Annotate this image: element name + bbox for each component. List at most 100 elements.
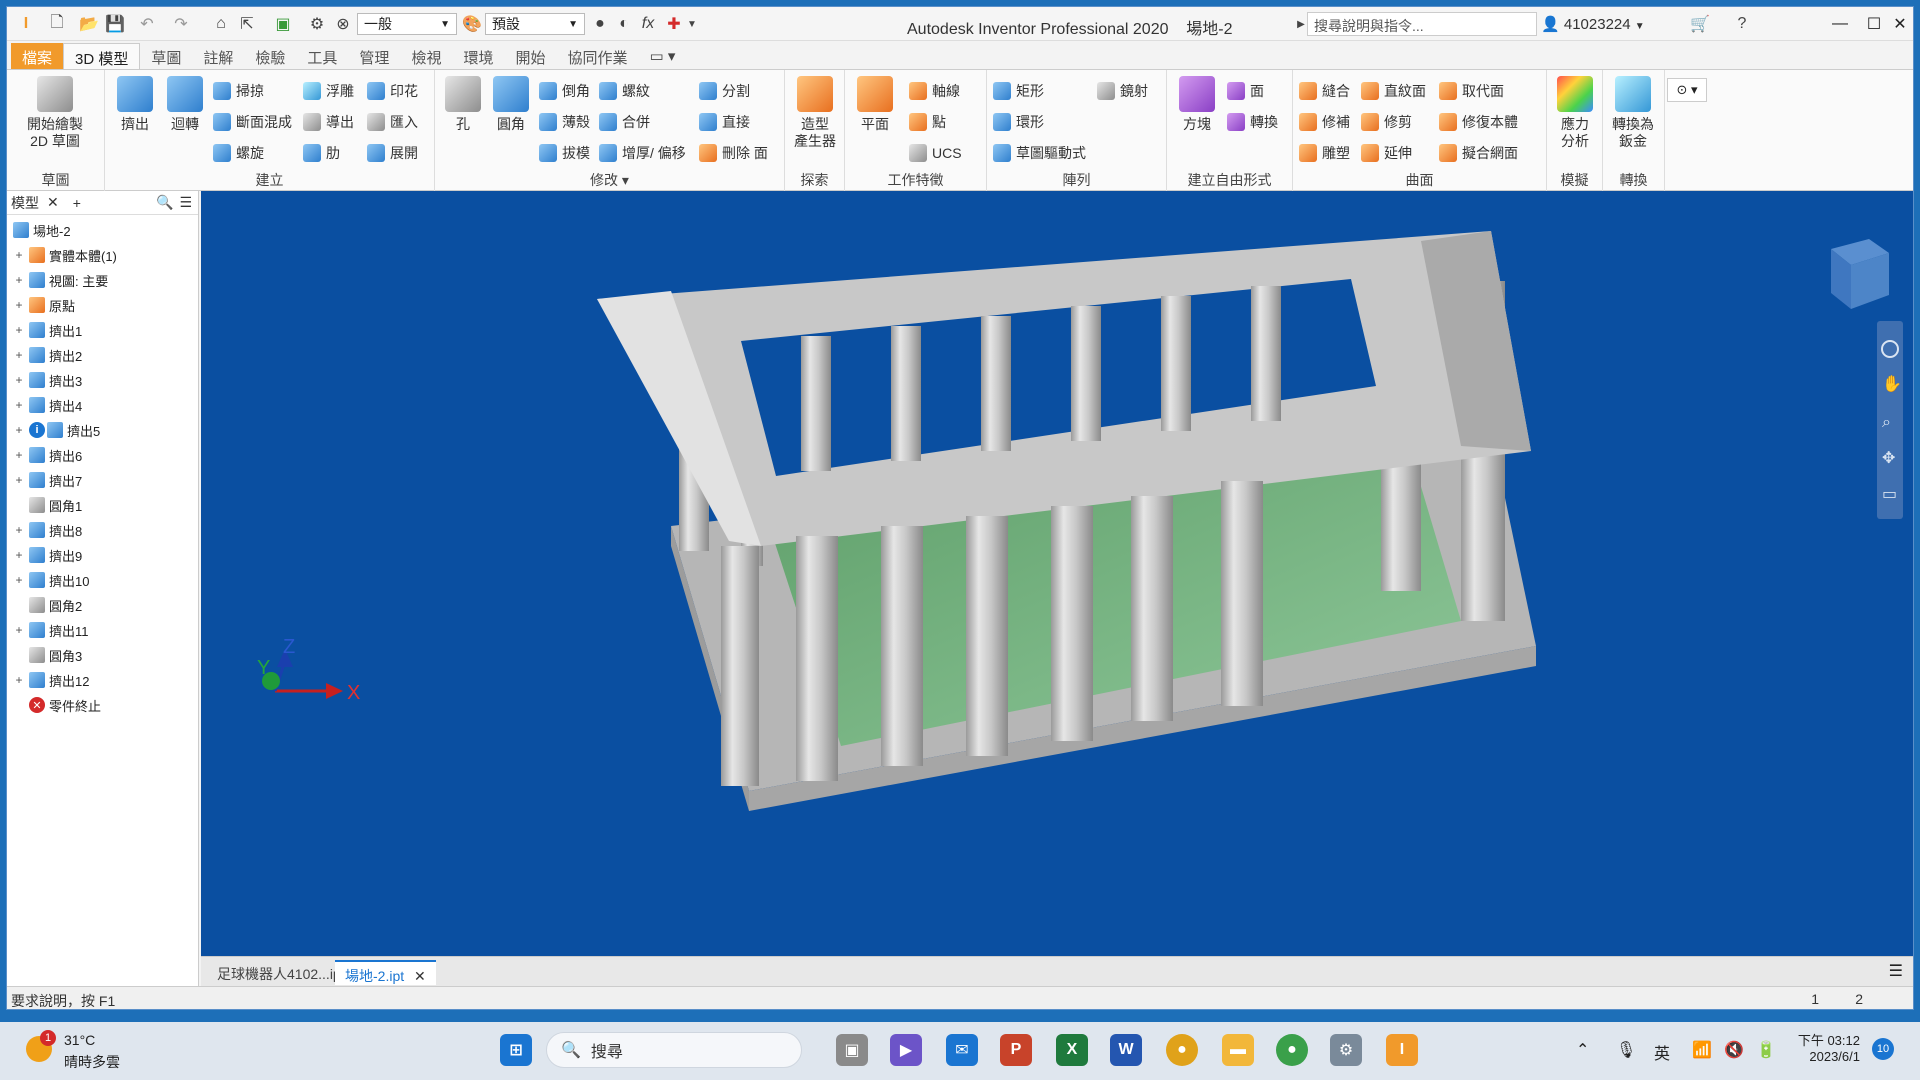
tree-item[interactable]: + i 擠出5 [13,419,100,441]
trim-button[interactable]: 修剪 [1361,111,1412,133]
close-icon[interactable]: ✕ [414,968,426,984]
circular-pattern-button[interactable]: 環形 [993,111,1044,133]
stress-analysis-button[interactable]: 應力 分析 [1551,76,1599,150]
add-icon[interactable]: ✚ [663,12,685,36]
tree-item[interactable]: + 擠出10 [13,569,89,591]
tree-item[interactable]: + 擠出12 [13,669,89,691]
chevron-up-icon[interactable]: ⌃ [1576,1040,1589,1060]
minimize-button[interactable]: — [1823,9,1857,39]
revolve-button[interactable]: 迴轉 [161,76,209,133]
tree-item[interactable]: + 擠出7 [13,469,82,491]
expand-icon[interactable]: + [13,473,25,487]
ribbon-options-button[interactable]: ▭ ▾ [639,43,687,69]
appearance-combo[interactable]: 預設 ▼ [485,13,585,35]
tab-manage[interactable]: 管理 [348,43,400,69]
tab-collaborate[interactable]: 協同作業 [556,43,638,69]
unwrap-button[interactable]: 展開 [367,142,418,164]
rectangular-pattern-button[interactable]: 矩形 [993,80,1044,102]
loft-button[interactable]: 斷面混成 [213,111,292,133]
word-icon[interactable]: W [1110,1034,1142,1066]
wifi-icon[interactable]: 📶 [1692,1040,1712,1060]
tab-file[interactable]: 檔案 [11,43,64,69]
expand-icon[interactable]: + [13,323,25,337]
task-view-icon[interactable]: ▣ [836,1034,868,1066]
direct-button[interactable]: 直接 [699,111,750,133]
browser-tab-model[interactable]: 模型 [11,193,39,213]
cart-icon[interactable]: 🛒 [1687,12,1713,36]
tree-item[interactable]: 圓角1 [13,494,82,516]
sweep-button[interactable]: 掃掠 [213,80,264,102]
extrude-button[interactable]: 擠出 [111,76,159,133]
fillet-button[interactable]: 圓角 [487,76,535,133]
taskbar-search[interactable]: 🔍 搜尋 [546,1032,802,1068]
battery-icon[interactable]: 🔋 [1756,1040,1776,1060]
emboss-button[interactable]: 浮雕 [303,80,354,102]
ime-indicator[interactable]: 英 [1654,1040,1670,1064]
volume-muted-icon[interactable]: 🔇 [1724,1040,1744,1060]
rib-button[interactable]: 肋 [303,142,340,164]
orbit-icon[interactable]: ✥ [1882,450,1895,467]
freeform-convert-button[interactable]: 轉換 [1227,111,1278,133]
chrome-icon[interactable]: ● [1166,1034,1198,1066]
tree-item[interactable]: ✕ 零件終止 [13,694,101,716]
axis-button[interactable]: 軸線 [909,80,960,102]
expand-icon[interactable]: + [13,373,25,387]
graphics-viewport[interactable]: X Y Z ✋ ⌕ ✥ ▭ [201,191,1913,956]
style-combo[interactable]: 一般 ▼ [357,13,457,35]
doc-tab-field[interactable]: 場地-2.ipt ✕ [335,960,436,985]
file-explorer-icon[interactable]: ▬ [1222,1034,1254,1066]
powerpoint-icon[interactable]: P [1000,1034,1032,1066]
open-file-icon[interactable]: 📂 [77,12,101,36]
redo-icon[interactable]: ↷ [169,12,193,36]
update-icon[interactable]: ▣ [271,12,295,36]
tab-sketch[interactable]: 草圖 [140,43,192,69]
expand-icon[interactable]: + [13,398,25,412]
tree-item[interactable]: + 擠出8 [13,519,82,541]
ribbon-extra-dropdown[interactable]: ⊙ ▾ [1667,78,1707,102]
expand-icon[interactable]: + [13,273,25,287]
start-icon[interactable]: ⊞ [500,1034,532,1066]
add-icon[interactable]: + [73,195,81,211]
close-icon[interactable]: ✕ [47,194,59,211]
mail-icon[interactable]: ✉ [946,1034,978,1066]
tree-item[interactable]: + 擠出6 [13,444,82,466]
fit-mesh-face-button[interactable]: 擬合網面 [1439,142,1518,164]
combine-button[interactable]: 合併 [599,111,650,133]
expand-icon[interactable]: + [13,248,25,262]
tree-item[interactable]: + 擠出1 [13,319,82,341]
notification-badge[interactable]: 10 [1872,1038,1894,1060]
tree-root[interactable]: 場地-2 [13,219,71,241]
tree-item[interactable]: + 擠出11 [13,619,89,641]
microphone-icon[interactable]: 🎙 [1616,1040,1636,1060]
tree-item[interactable]: + 擠出2 [13,344,82,366]
zoom-icon[interactable]: ⌕ [1882,414,1891,431]
shape-generator-button[interactable]: 造型 產生器 [791,76,839,150]
close-button[interactable]: ✕ [1883,9,1913,39]
tree-item[interactable]: + 擠出9 [13,544,82,566]
expand-icon[interactable]: + [13,298,25,312]
coil-button[interactable]: 螺旋 [213,142,264,164]
tab-inspect[interactable]: 檢驗 [244,43,296,69]
import-button[interactable]: 匯入 [367,111,418,133]
settings-icon[interactable]: ⚙ [1330,1034,1362,1066]
draft-button[interactable]: 拔模 [539,142,590,164]
tab-environments[interactable]: 環境 [452,43,504,69]
excel-icon[interactable]: X [1056,1034,1088,1066]
thicken-button[interactable]: 增厚/ 偏移 [599,142,686,164]
tree-item[interactable]: + 擠出3 [13,369,82,391]
look-at-icon[interactable]: ▭ [1882,486,1897,503]
pan-icon[interactable]: ✋ [1882,374,1902,393]
tree-item[interactable]: + 擠出4 [13,394,82,416]
customize-icon[interactable]: ▼ [685,12,699,36]
point-button[interactable]: 點 [909,111,946,133]
convert-to-sheet-metal-button[interactable]: 轉換為 鈑金 [1609,76,1657,150]
fx-params-icon[interactable]: fx [637,12,659,36]
meet-icon[interactable]: ▶ [890,1034,922,1066]
sculpt-button[interactable]: 雕塑 [1299,142,1350,164]
measure-icon[interactable]: ⚙ [305,12,329,36]
chrome-profile-icon[interactable]: ● [1276,1034,1308,1066]
patch-button[interactable]: 修補 [1299,111,1350,133]
home-icon[interactable]: ⌂ [209,12,233,36]
help-icon[interactable]: ? [1729,12,1755,36]
new-file-icon[interactable]: 🗋 [45,12,69,36]
